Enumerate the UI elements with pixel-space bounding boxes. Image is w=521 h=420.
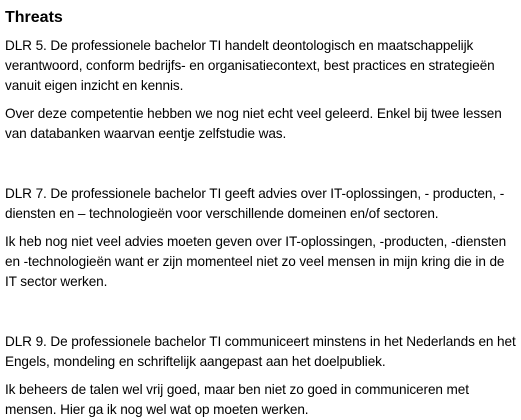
section-heading: Threats bbox=[5, 9, 63, 26]
threat-section-dlr7: DLR 7. De professionele bachelor TI geef… bbox=[5, 184, 517, 292]
competence-statement: DLR 7. De professionele bachelor TI geef… bbox=[5, 186, 505, 221]
competence-statement: DLR 5. De professionele bachelor TI hand… bbox=[5, 38, 495, 93]
reflection-text: Ik beheers de talen wel vrij goed, maar … bbox=[5, 382, 469, 417]
reflection-text: Over deze competentie hebben we nog niet… bbox=[5, 106, 502, 141]
threat-section-dlr5: DLR 5. De professionele bachelor TI hand… bbox=[5, 36, 517, 144]
competence-statement: DLR 9. De professionele bachelor TI comm… bbox=[5, 334, 516, 369]
reflection-text: Ik heb nog niet veel advies moeten geven… bbox=[5, 234, 507, 289]
document-page: Threats DLR 5. De professionele bachelor… bbox=[5, 8, 517, 420]
threat-section-dlr9: DLR 9. De professionele bachelor TI comm… bbox=[5, 332, 517, 420]
